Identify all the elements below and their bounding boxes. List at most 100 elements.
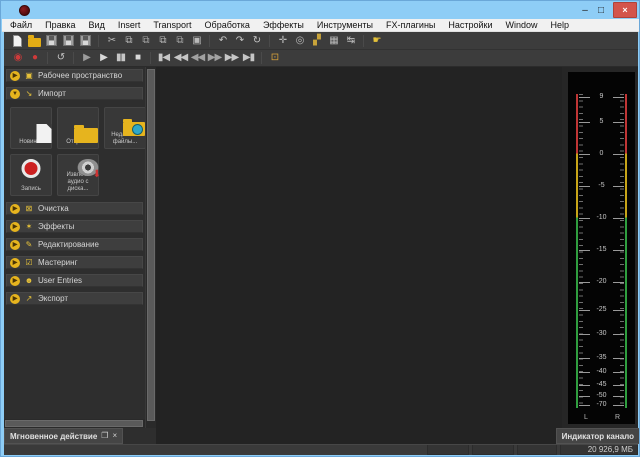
maximize-button[interactable]: □	[593, 2, 609, 18]
loop-playback-button[interactable]: ↺	[53, 51, 68, 66]
forward-button[interactable]: ▶▶	[207, 51, 222, 66]
cut-button[interactable]: ✂	[104, 33, 119, 48]
page-icon	[36, 124, 51, 143]
close-button[interactable]: ×	[613, 2, 637, 18]
hand-tool-button[interactable]: ☛	[369, 33, 384, 48]
forward-fast-button[interactable]: ▶▶	[224, 51, 239, 66]
undo-button[interactable]: ↶	[215, 33, 230, 48]
expander-icon[interactable]: ▶	[10, 258, 20, 268]
save-all-button[interactable]	[78, 33, 93, 48]
record-button[interactable]: ●	[27, 51, 42, 66]
rewind-fast-button[interactable]: ◀◀	[173, 51, 188, 66]
status-cell-1	[427, 445, 469, 455]
copy-button[interactable]: ⧉	[121, 33, 136, 48]
save-button[interactable]	[44, 33, 59, 48]
scrub-tool-button[interactable]: ↹	[343, 33, 358, 48]
menu-вид[interactable]: Вид	[89, 20, 105, 30]
go-to-start-button[interactable]: ▮◀	[156, 51, 171, 66]
status-bar: 20 926,9 МБ	[4, 444, 638, 455]
sidebar-section-effects[interactable]: ▶✶Эффекты	[6, 220, 143, 233]
menu-window[interactable]: Window	[506, 20, 538, 30]
expander-icon[interactable]: ▶	[10, 294, 20, 304]
expander-icon[interactable]: ▶	[10, 71, 20, 81]
redo-button[interactable]: ↷	[232, 33, 247, 48]
toolbar-separator	[150, 52, 151, 64]
menu-инструменты[interactable]: Инструменты	[317, 20, 373, 30]
expander-icon[interactable]: ▶	[10, 222, 20, 232]
marker-window-button[interactable]: ⊡	[267, 51, 282, 66]
toolbar-separator	[209, 35, 210, 47]
repeat-button[interactable]: ↻	[249, 33, 264, 48]
go-to-end-button[interactable]: ▶▮	[241, 51, 256, 66]
record-append-button[interactable]: ◉	[10, 51, 25, 66]
menu-fx-плагины[interactable]: FX-плагины	[386, 20, 435, 30]
save-as-button[interactable]	[61, 33, 76, 48]
sidebar-vertical-scrollbar[interactable]	[145, 67, 156, 428]
play-selection-button[interactable]: ▶	[79, 51, 94, 66]
paste-new-file-button[interactable]: ⧉	[172, 33, 187, 48]
trim-button[interactable]: ▣	[189, 33, 204, 48]
menu-insert[interactable]: Insert	[118, 20, 141, 30]
save-icon	[46, 35, 57, 46]
sidebar-horizontal-scrollbar[interactable]	[4, 419, 145, 428]
menu-файл[interactable]: Файл	[10, 20, 32, 30]
sidebar-section-cleanup[interactable]: ▶⊠Очистка	[6, 202, 143, 215]
expander-icon[interactable]: ▼	[10, 89, 20, 99]
menu-правка[interactable]: Правка	[45, 20, 75, 30]
sidebar-section-mastering[interactable]: ▶☑Мастеринг	[6, 256, 143, 269]
instant-action-tab[interactable]: Мгновенное действие ❐ ×	[4, 428, 123, 444]
import-open-button[interactable]: Открыть	[57, 107, 99, 149]
import-recent-files-button[interactable]: Недавние файлы...	[104, 107, 145, 149]
paste-special-button[interactable]: ⧉	[155, 33, 170, 48]
new-file-button[interactable]	[10, 33, 25, 48]
sidebar-section-import[interactable]: ▼↘Импорт	[6, 87, 143, 100]
workspace-area[interactable]	[156, 67, 562, 444]
expander-icon[interactable]: ▶	[10, 240, 20, 250]
stop-button[interactable]: ■	[130, 51, 145, 66]
import-rip-audio-button[interactable]: Извлечь аудио с диска...	[57, 154, 99, 196]
save-all-icon	[80, 35, 91, 46]
actions-sidebar: ▶▣Рабочее пространство ▼↘Импорт НовинкаОтк…	[4, 67, 156, 444]
menu-help[interactable]: Help	[551, 20, 570, 30]
pause-button[interactable]: ▮▮	[113, 51, 128, 66]
import-new-button[interactable]: Новинка	[10, 107, 52, 149]
zoom-selection-button[interactable]: ◎	[292, 33, 307, 48]
toolbar-separator	[363, 35, 364, 47]
float-panel-icon[interactable]: ❐	[101, 432, 108, 440]
select-all-button[interactable]: ▦	[326, 33, 341, 48]
menu-эффекты[interactable]: Эффекты	[263, 20, 304, 30]
sidebar-section-user-entries[interactable]: ▶☻User Entries	[6, 274, 143, 287]
folder-clock-icon	[123, 122, 145, 136]
menu-настройки[interactable]: Настройки	[448, 20, 492, 30]
new-file-icon	[13, 35, 22, 47]
app-logo-icon	[19, 5, 30, 16]
sidebar-section-workspace[interactable]: ▶▣Рабочее пространство	[6, 69, 143, 82]
expander-icon[interactable]: ▶	[10, 276, 20, 286]
section-label: Эффекты	[38, 222, 74, 231]
expander-icon[interactable]: ▶	[10, 204, 20, 214]
open-file-button[interactable]	[27, 33, 42, 48]
menu-transport[interactable]: Transport	[153, 20, 191, 30]
level-meter[interactable]: 950-5-10-15-20-25-30-35-40-45-50-70 L R	[568, 72, 635, 424]
section-label: Редактирование	[38, 240, 99, 249]
rewind-button[interactable]: ◀◀	[190, 51, 205, 66]
paste-button[interactable]: ⧉	[138, 33, 153, 48]
channel-meter-tab[interactable]: Индикатор канало	[556, 428, 640, 444]
menu-обработка[interactable]: Обработка	[205, 20, 250, 30]
sidebar-section-export[interactable]: ▶↗Экспорт	[6, 292, 143, 305]
play-button[interactable]: ▶	[96, 51, 111, 66]
minimize-button[interactable]: –	[577, 2, 593, 18]
left-channel-label: L	[584, 414, 588, 421]
toolbar-separator	[47, 52, 48, 64]
zoom-vertical-button[interactable]: ▞	[309, 33, 324, 48]
import-record-button[interactable]: Запись	[10, 154, 52, 196]
toolbar-separator	[98, 35, 99, 47]
section-label: Рабочее пространство	[38, 71, 122, 80]
file-toolbar: ✂⧉⧉⧉⧉▣↶↷↻✛◎▞▦↹☛	[4, 32, 638, 50]
move-tool-button[interactable]: ✛	[275, 33, 290, 48]
section-label: Экспорт	[38, 294, 68, 303]
titlebar[interactable]: – □ ×	[1, 1, 640, 19]
close-panel-icon[interactable]: ×	[112, 432, 117, 440]
sidebar-section-editing[interactable]: ▶✎Редактирование	[6, 238, 143, 251]
app-window: – □ × Файл Правка Вид Insert Transport Обрабо…	[0, 0, 640, 457]
